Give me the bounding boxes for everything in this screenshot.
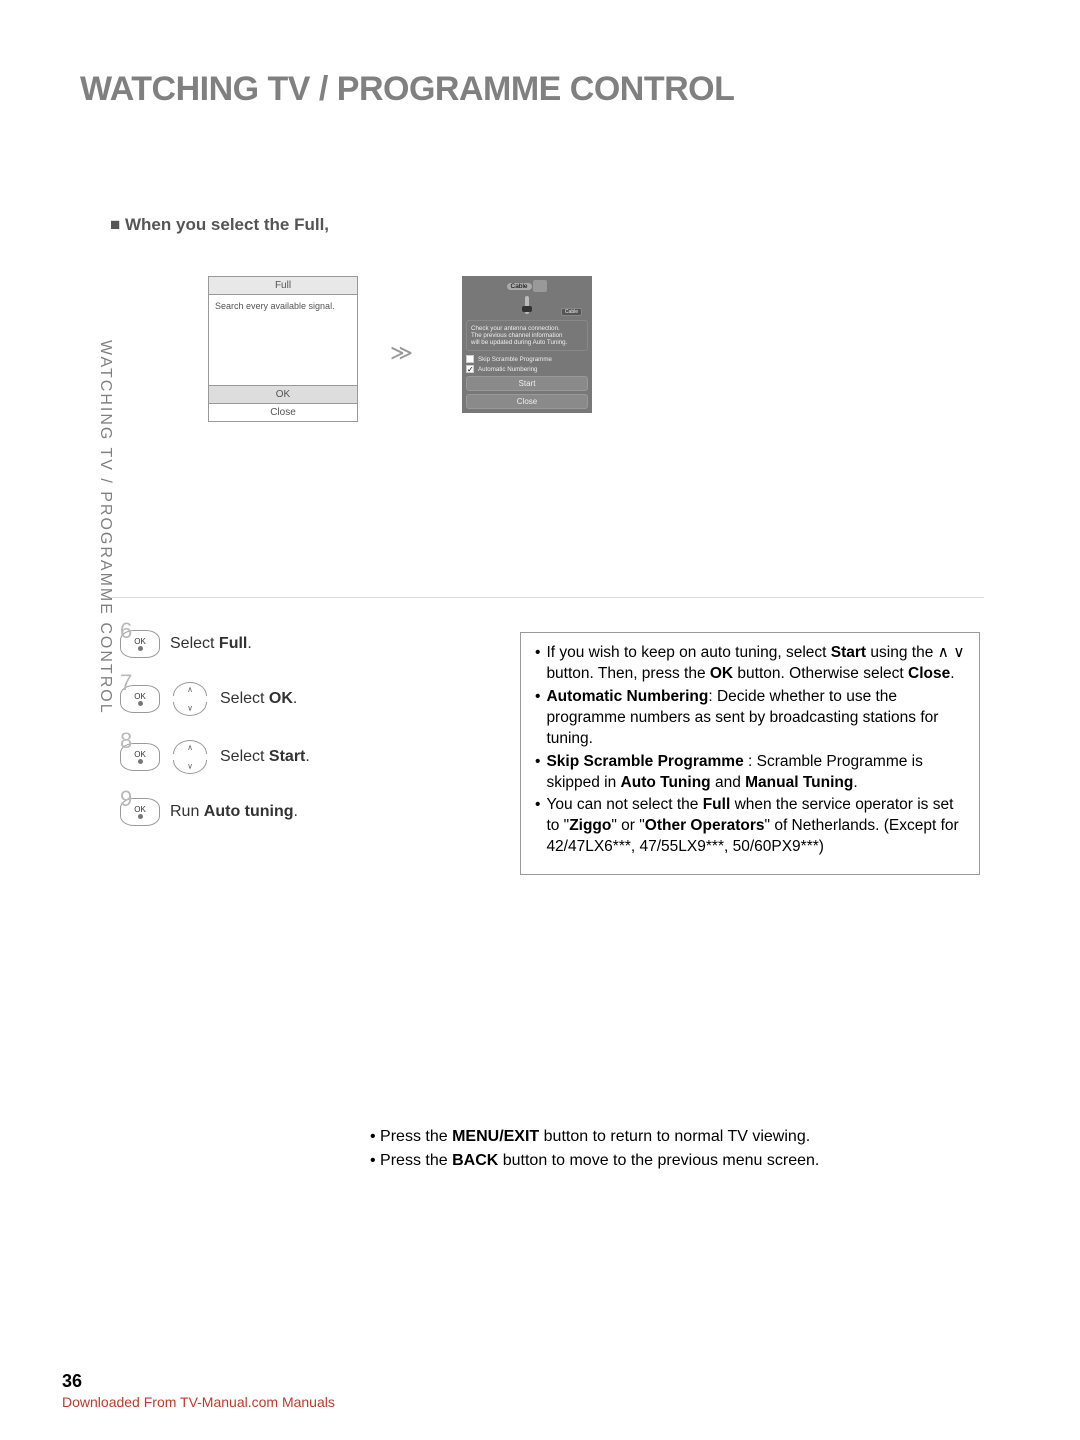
- info-bullet-4: You can not select the Full when the ser…: [535, 795, 965, 858]
- info-bullet-3: Skip Scramble Programme : Scramble Progr…: [535, 752, 965, 794]
- auto-numbering-checkbox-row[interactable]: Automatic Numbering: [466, 365, 588, 373]
- ok-dot-icon: [138, 701, 143, 706]
- download-link[interactable]: Downloaded From TV-Manual.com Manuals: [62, 1394, 335, 1410]
- msg-line1: Check your antenna connection.: [471, 325, 583, 332]
- chevron-down-icon: ∧: [173, 760, 207, 774]
- footer-notes: Press the MENU/EXIT button to return to …: [370, 1125, 980, 1173]
- step-number: 8: [120, 728, 132, 754]
- home-icon: [533, 280, 547, 292]
- footer-note-2: Press the BACK button to move to the pre…: [370, 1149, 980, 1173]
- page-number: 36: [62, 1371, 82, 1392]
- full-dialog-close-button[interactable]: Close: [209, 403, 357, 421]
- autotune-dialog: Cable Cable Check your antenna connectio…: [462, 276, 592, 413]
- chevron-up-icon: ∧: [173, 682, 207, 696]
- info-bullet-1: If you wish to keep on auto tuning, sele…: [535, 643, 965, 685]
- step-8: 8 OK ∧ ∧ Select Start.: [120, 740, 500, 774]
- cable-tag: Cable: [507, 283, 532, 290]
- step-8-text: Select Start.: [220, 748, 310, 766]
- step-9: 9 OK Run Auto tuning.: [120, 798, 500, 826]
- ok-dot-icon: [138, 646, 143, 651]
- step-number: 6: [120, 618, 132, 644]
- full-dialog-ok-button[interactable]: OK: [209, 385, 357, 403]
- autotune-message: Check your antenna connection. The previ…: [466, 320, 588, 351]
- skip-scramble-checkbox-row[interactable]: Skip Scramble Programme: [466, 355, 588, 363]
- tuning-slider[interactable]: Cable: [466, 296, 588, 316]
- page-title: WATCHING TV / PROGRAMME CONTROL: [80, 70, 734, 109]
- step-number: 9: [120, 786, 132, 812]
- section-heading: ■ When you select the Full,: [110, 215, 329, 235]
- skip-scramble-label: Skip Scramble Programme: [478, 356, 552, 363]
- up-down-remote-button: ∧ ∧: [170, 682, 210, 716]
- step-6: 6 OK Select Full.: [120, 630, 500, 658]
- step-7: 7 OK ∧ ∧ Select OK.: [120, 682, 500, 716]
- step-6-text: Select Full.: [170, 635, 252, 653]
- up-down-remote-button: ∧ ∧: [170, 740, 210, 774]
- full-dialog: Full Search every available signal. OK C…: [208, 276, 358, 422]
- msg-line3: will be updated during Auto Tuning.: [471, 339, 583, 346]
- ok-label: OK: [134, 805, 146, 814]
- step-9-text: Run Auto tuning.: [170, 803, 298, 821]
- sidebar-label: WATCHING TV / PROGRAMME CONTROL: [96, 340, 114, 715]
- ok-label: OK: [134, 637, 146, 646]
- steps-list: 6 OK Select Full. 7 OK ∧ ∧ Select OK. 8 …: [120, 630, 500, 850]
- ok-label: OK: [134, 692, 146, 701]
- info-bullet-2: Automatic Numbering: Decide whether to u…: [535, 687, 965, 750]
- checkbox-checked-icon: [466, 365, 474, 373]
- full-dialog-title: Full: [209, 277, 357, 295]
- chevron-right-icon: ≫: [390, 340, 413, 366]
- start-button[interactable]: Start: [466, 376, 588, 391]
- footer-note-1: Press the MENU/EXIT button to return to …: [370, 1125, 980, 1149]
- ok-dot-icon: [138, 759, 143, 764]
- chevron-down-icon: ∧: [173, 702, 207, 716]
- full-dialog-body: Search every available signal.: [209, 295, 357, 385]
- slider-tag: Cable: [561, 308, 582, 316]
- chevron-up-icon: ∧: [173, 740, 207, 754]
- msg-line2: The previous channel information: [471, 332, 583, 339]
- ok-label: OK: [134, 750, 146, 759]
- auto-numbering-label: Automatic Numbering: [478, 366, 538, 373]
- checkbox-unchecked-icon: [466, 355, 474, 363]
- info-box: If you wish to keep on auto tuning, sele…: [520, 632, 980, 875]
- ok-dot-icon: [138, 814, 143, 819]
- step-7-text: Select OK.: [220, 690, 297, 708]
- close-button[interactable]: Close: [466, 394, 588, 409]
- step-number: 7: [120, 670, 132, 696]
- divider: [110, 597, 984, 598]
